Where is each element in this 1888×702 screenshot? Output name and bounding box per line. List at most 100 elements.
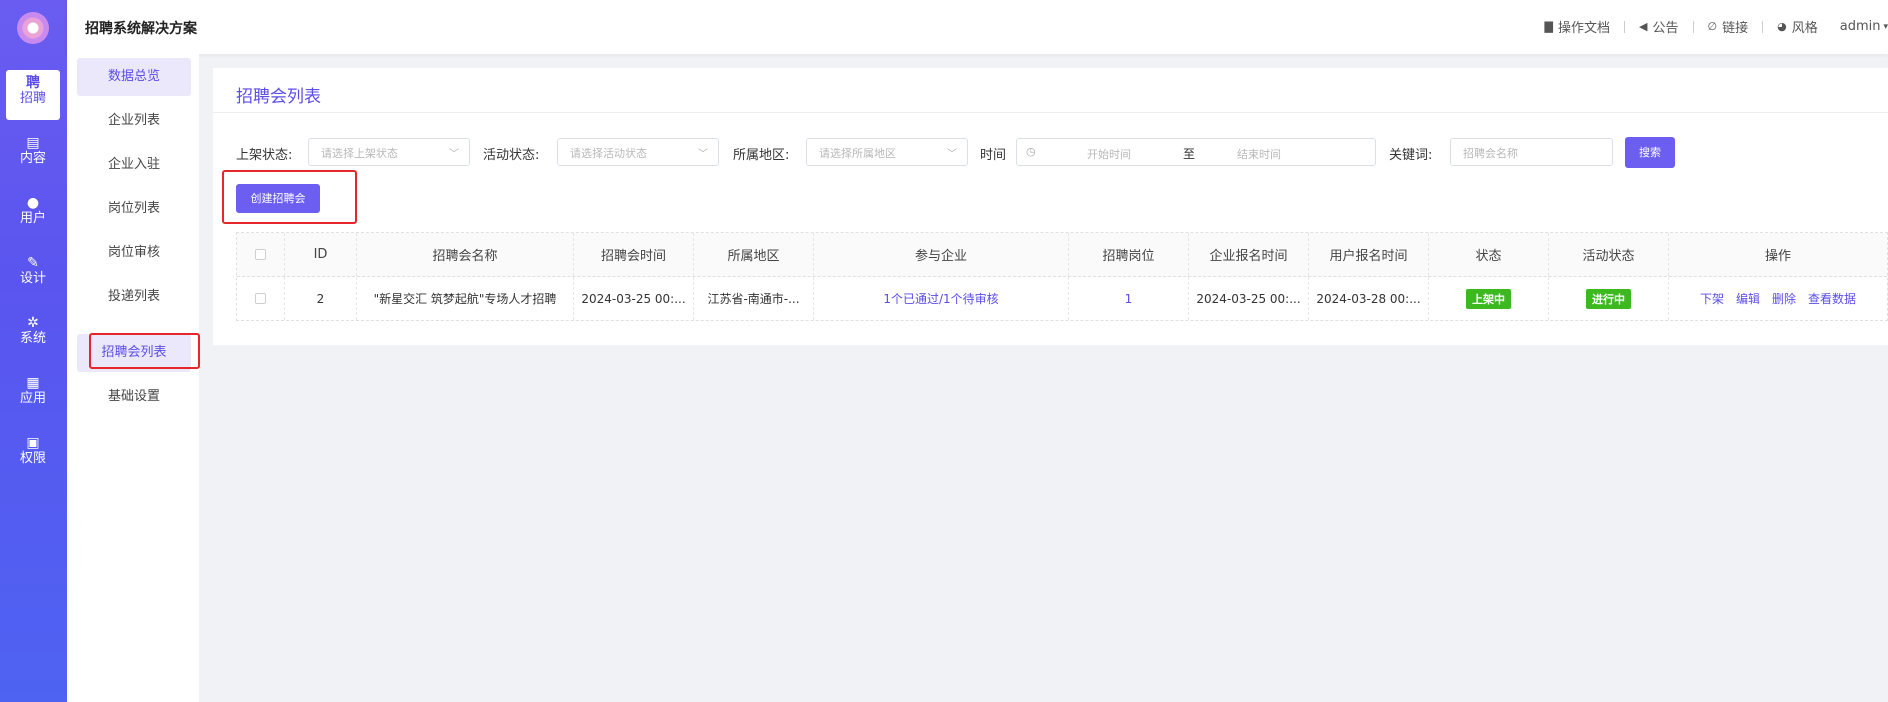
column-header: 招聘会时间 — [574, 233, 694, 276]
cell-status: 上架中 — [1429, 277, 1549, 320]
link-icon: ∅ — [1707, 20, 1718, 33]
content-icon: ▤ — [26, 135, 40, 151]
cell-user-signup: 2024-03-28 00:... — [1309, 277, 1429, 320]
cell-activity-status: 进行中 — [1549, 277, 1669, 320]
submenu-item-positions[interactable]: 岗位列表 — [77, 190, 191, 228]
region-select[interactable]: 请选择所属地区 ﹀ — [806, 138, 968, 166]
activity-status-select[interactable]: 请选择活动状态 ﹀ — [557, 138, 719, 166]
view-data-button[interactable]: 查看数据 — [1808, 290, 1856, 307]
region-label: 所属地区: — [733, 148, 790, 163]
column-header: 活动状态 — [1549, 233, 1669, 276]
status-badge: 上架中 — [1466, 288, 1511, 309]
shelf-status-label: 上架状态: — [236, 148, 293, 163]
divider — [1624, 20, 1626, 33]
palette-icon: ◕ — [1777, 20, 1787, 33]
clock-icon: ◷ — [1026, 145, 1036, 158]
user-icon: ● — [26, 195, 40, 211]
column-header: 招聘会名称 — [357, 233, 574, 276]
user-menu[interactable]: admin ▾ — [1840, 19, 1888, 34]
brand-title: 招聘系统解决方案 — [85, 21, 197, 37]
cell-company-signup: 2024-03-25 00:... — [1189, 277, 1309, 320]
cell-positions: 1 — [1069, 277, 1189, 320]
unpublish-button[interactable]: 下架 — [1700, 290, 1724, 307]
checkbox[interactable] — [255, 249, 266, 260]
shelf-status-select[interactable]: 请选择上架状态 ﹀ — [308, 138, 470, 166]
keyword-input[interactable]: 招聘会名称 — [1450, 138, 1613, 166]
edit-button[interactable]: 编辑 — [1736, 290, 1760, 307]
rail-item-users[interactable]: ● 用户 — [6, 190, 60, 240]
apps-grid-icon: ▦ — [26, 375, 40, 391]
rail-item-design[interactable]: ✎ 设计 — [6, 250, 60, 300]
docs-link[interactable]: ▇ 操作文档 — [1545, 17, 1610, 36]
activity-status-badge: 进行中 — [1586, 288, 1631, 309]
announcement-link[interactable]: ◀ 公告 — [1639, 17, 1678, 36]
search-button[interactable]: 搜索 — [1625, 137, 1675, 168]
column-header: 状态 — [1429, 233, 1549, 276]
sub-menu: 数据总览 企业列表 企业入驻 岗位列表 岗位审核 投递列表 招聘会列表 基础设置 — [67, 54, 199, 702]
submenu-item-settings[interactable]: 基础设置 — [77, 378, 191, 416]
header-select-all[interactable] — [237, 233, 285, 276]
submenu-item-job-fairs[interactable]: 招聘会列表 — [77, 334, 191, 372]
column-header: 操作 — [1764, 249, 1791, 264]
submenu-item-applications[interactable]: 投递列表 — [77, 278, 191, 316]
date-range-picker[interactable]: ◷ 开始时间 至 结束时间 — [1016, 138, 1376, 166]
chevron-down-icon: ﹀ — [449, 149, 459, 160]
header-links: ▇ 操作文档 ◀ 公告 ∅ 链接 ◕ 风格 admin ▾ — [1545, 17, 1888, 36]
submenu-item-overview[interactable]: 数据总览 — [77, 58, 191, 96]
delete-button[interactable]: 删除 — [1772, 290, 1796, 307]
companies-link[interactable]: 1个已通过/1个待审核 — [883, 290, 998, 307]
app-logo — [17, 12, 49, 44]
title-divider — [213, 112, 1888, 113]
cell-region: 江苏省-南通市-... — [694, 277, 814, 320]
row-actions: 下架 编辑 删除 查看数据 — [1700, 290, 1856, 307]
column-header: 参与企业 — [814, 233, 1069, 276]
submenu-item-company-onboarding[interactable]: 企业入驻 — [77, 146, 191, 184]
column-header: 用户报名时间 — [1309, 233, 1429, 276]
positions-link[interactable]: 1 — [1125, 292, 1133, 306]
username: admin — [1839, 19, 1881, 34]
submenu-item-position-review[interactable]: 岗位审核 — [77, 234, 191, 272]
rail-item-permissions[interactable]: ▣ 权限 — [6, 430, 60, 480]
time-label: 时间 — [980, 148, 1007, 163]
gear-icon: ✲ — [27, 315, 39, 331]
cell-time: 2024-03-25 00:... — [574, 277, 694, 320]
table-row: 2 "新星交汇 筑梦起航"专场人才招聘 2024-03-25 00:... 江苏… — [237, 277, 1887, 320]
rail-item-content[interactable]: ▤ 内容 — [6, 130, 60, 180]
top-header: 招聘系统解决方案 ▇ 操作文档 ◀ 公告 ∅ 链接 ◕ 风格 admin ▾ — [67, 0, 1888, 54]
recruit-icon: 聘 — [26, 75, 40, 91]
row-select[interactable] — [237, 277, 285, 320]
rail-item-apps[interactable]: ▦ 应用 — [6, 370, 60, 420]
create-job-fair-button[interactable]: 创建招聘会 — [236, 184, 320, 213]
chevron-down-icon: ▾ — [1883, 21, 1888, 32]
range-separator: 至 — [1183, 147, 1196, 161]
cell-actions: 下架 编辑 删除 查看数据 — [1669, 277, 1887, 320]
links-link[interactable]: ∅ 链接 — [1708, 17, 1749, 36]
style-link[interactable]: ◕ 风格 — [1777, 17, 1818, 36]
cell-companies: 1个已通过/1个待审核 — [814, 277, 1069, 320]
icon-rail: 聘 招聘 ▤ 内容 ● 用户 ✎ 设计 ✲ 系统 ▦ 应用 ▣ 权限 — [0, 0, 67, 702]
cell-id: 2 — [285, 277, 357, 320]
end-time-input[interactable]: 结束时间 — [1237, 146, 1281, 162]
divider — [1762, 20, 1764, 33]
job-fair-table: ID 招聘会名称 招聘会时间 所属地区 参与企业 招聘岗位 企业报名时间 用户报… — [236, 232, 1888, 321]
chevron-down-icon: ﹀ — [698, 149, 708, 160]
submenu-item-companies[interactable]: 企业列表 — [77, 102, 191, 140]
divider — [1692, 20, 1694, 33]
chevron-down-icon: ﹀ — [947, 149, 957, 160]
table-header-row: ID 招聘会名称 招聘会时间 所属地区 参与企业 招聘岗位 企业报名时间 用户报… — [237, 233, 1887, 277]
rail-item-system[interactable]: ✲ 系统 — [6, 310, 60, 360]
document-icon: ▇ — [1544, 20, 1553, 33]
lock-icon: ▣ — [26, 435, 40, 451]
rail-item-recruit[interactable]: 聘 招聘 — [6, 70, 60, 120]
main-card: 招聘会列表 上架状态: 请选择上架状态 ﹀ 活动状态: 请选择活动状态 ﹀ 所属… — [213, 68, 1888, 345]
activity-status-label: 活动状态: — [483, 148, 540, 163]
page-title: 招聘会列表 — [236, 87, 321, 107]
column-header: 招聘岗位 — [1069, 233, 1189, 276]
keyword-label: 关键词: — [1389, 148, 1433, 163]
cell-name: "新星交汇 筑梦起航"专场人才招聘 — [357, 277, 574, 320]
start-time-input[interactable]: 开始时间 — [1087, 146, 1131, 162]
column-header: ID — [285, 233, 357, 276]
design-icon: ✎ — [27, 255, 39, 271]
column-header: 企业报名时间 — [1189, 233, 1309, 276]
checkbox[interactable] — [255, 293, 266, 304]
